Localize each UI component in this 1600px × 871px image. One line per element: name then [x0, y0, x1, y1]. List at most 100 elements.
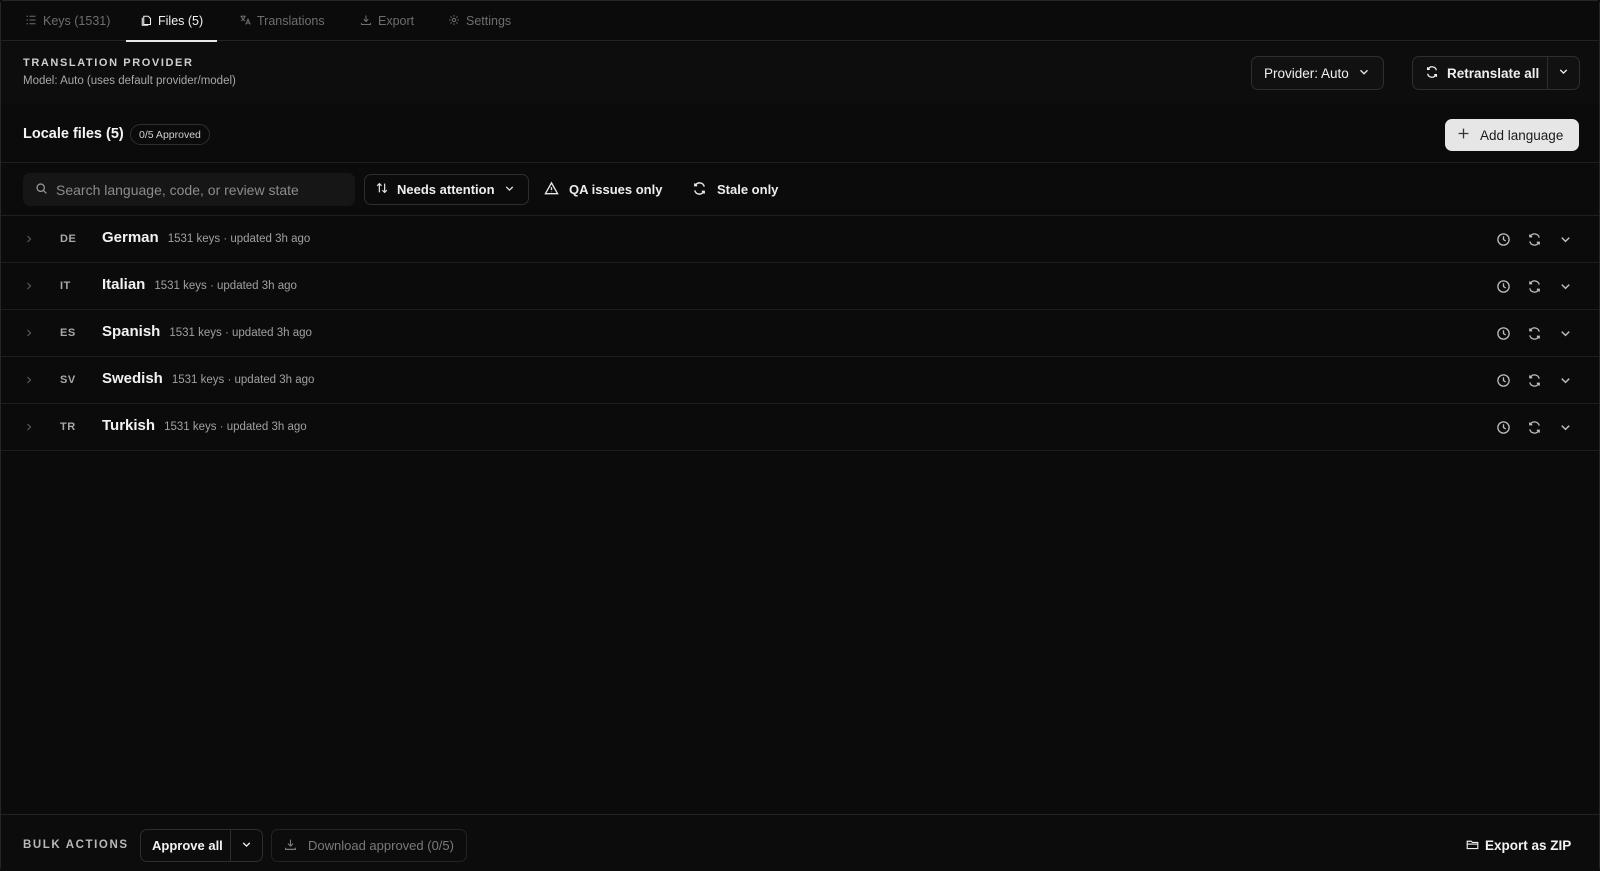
- history-icon[interactable]: [1495, 278, 1511, 294]
- chevron-right-icon[interactable]: [23, 327, 35, 339]
- approved-count-badge: 0/5 Approved: [130, 124, 210, 145]
- chevron-down-icon[interactable]: [1557, 419, 1573, 435]
- approve-all-label: Approve all: [152, 838, 223, 853]
- locale-name: Swedish: [102, 370, 163, 387]
- refresh-icon[interactable]: [1526, 419, 1542, 435]
- refresh-icon: [692, 181, 707, 199]
- locale-meta: 1531 keys · updated 3h ago: [154, 280, 297, 292]
- chevron-right-icon[interactable]: [23, 421, 35, 433]
- chevron-down-icon: [1557, 65, 1570, 81]
- download-icon: [360, 14, 372, 29]
- tab-translations[interactable]: Translations: [225, 1, 339, 41]
- history-icon[interactable]: [1495, 231, 1511, 247]
- locale-code: IT: [60, 280, 71, 292]
- chevron-down-icon[interactable]: [1557, 278, 1573, 294]
- locale-row-de[interactable]: DE German 1531 keys · updated 3h ago: [1, 216, 1599, 263]
- add-language-button[interactable]: Add language: [1445, 119, 1579, 151]
- history-icon[interactable]: [1495, 325, 1511, 341]
- approve-options-button[interactable]: [230, 830, 262, 861]
- locale-code: ES: [60, 327, 76, 339]
- export-zip-button[interactable]: Export as ZIP: [1466, 829, 1571, 862]
- locale-code: SV: [60, 374, 76, 386]
- export-zip-label: Export as ZIP: [1485, 838, 1572, 853]
- warning-icon: [544, 181, 559, 199]
- retranslate-all-label: Retranslate all: [1447, 65, 1540, 81]
- history-icon[interactable]: [1495, 372, 1511, 388]
- locale-row-tr[interactable]: TR Turkish 1531 keys · updated 3h ago: [1, 404, 1599, 451]
- translate-icon: [239, 14, 251, 29]
- sort-dropdown[interactable]: Needs attention: [364, 174, 529, 205]
- tab-translations-label: Translations: [257, 14, 325, 28]
- refresh-icon[interactable]: [1526, 231, 1542, 247]
- chevron-right-icon[interactable]: [23, 374, 35, 386]
- tab-keys-label: Keys (1531): [43, 14, 111, 28]
- locale-meta: 1531 keys · updated 3h ago: [171, 374, 315, 386]
- locale-meta: 1531 keys · updated 3h ago: [167, 233, 311, 245]
- refresh-icon[interactable]: [1526, 325, 1542, 341]
- list-icon: [25, 14, 37, 29]
- tab-export[interactable]: Export: [346, 1, 428, 41]
- qa-issues-label: QA issues only: [569, 182, 663, 197]
- locale-row-es[interactable]: ES Spanish 1531 keys · updated 3h ago: [1, 310, 1599, 357]
- chevron-down-icon: [503, 182, 516, 198]
- stale-only-toggle[interactable]: Stale only: [692, 174, 778, 205]
- gear-icon: [448, 14, 460, 29]
- search-input[interactable]: [56, 181, 343, 198]
- retranslate-all-button[interactable]: Retranslate all: [1412, 56, 1580, 90]
- provider-select-button[interactable]: Provider: Auto: [1251, 56, 1384, 90]
- filter-bar: Needs attention QA issues only Stale onl…: [1, 164, 1599, 216]
- bulk-actions-label: BULK ACTIONS: [23, 839, 129, 851]
- chevron-down-icon[interactable]: [1557, 231, 1573, 247]
- download-icon: [284, 838, 297, 854]
- refresh-icon[interactable]: [1526, 278, 1542, 294]
- app-window: Keys (1531) Files (5) Translations Expor…: [0, 0, 1600, 871]
- locale-files-header: Locale files (5) 0/5 Approved Add langua…: [1, 104, 1599, 163]
- locale-code: DE: [60, 233, 77, 245]
- provider-select-label: Provider: Auto: [1264, 65, 1349, 81]
- stale-only-label: Stale only: [717, 182, 779, 197]
- files-icon: [140, 14, 152, 29]
- locale-meta: 1531 keys · updated 3h ago: [169, 327, 312, 339]
- bulk-actions-bar: BULK ACTIONS Approve all Download approv…: [1, 814, 1599, 871]
- refresh-icon[interactable]: [1526, 372, 1542, 388]
- qa-issues-toggle[interactable]: QA issues only: [544, 174, 662, 205]
- history-icon[interactable]: [1495, 419, 1511, 435]
- provider-section-title: TRANSLATION PROVIDER: [23, 57, 194, 69]
- locale-list: DE German 1531 keys · updated 3h ago IT I…: [1, 216, 1599, 451]
- tab-export-label: Export: [378, 14, 415, 28]
- search-icon: [35, 182, 48, 198]
- add-language-label: Add language: [1480, 127, 1564, 143]
- chevron-down-icon: [240, 838, 253, 854]
- tab-settings-label: Settings: [466, 14, 512, 28]
- locale-name: Turkish: [102, 417, 156, 434]
- tab-files-label: Files (5): [158, 14, 204, 28]
- locale-name: German: [102, 229, 159, 246]
- locale-meta: 1531 keys · updated 3h ago: [164, 421, 307, 433]
- locale-name: Spanish: [102, 323, 161, 340]
- retranslate-options-button[interactable]: [1547, 57, 1579, 89]
- chevron-down-icon[interactable]: [1557, 325, 1573, 341]
- approve-all-button[interactable]: Approve all: [140, 829, 263, 862]
- locale-row-it[interactable]: IT Italian 1531 keys · updated 3h ago: [1, 263, 1599, 310]
- search-box: [23, 173, 355, 206]
- download-approved-button[interactable]: Download approved (0/5): [271, 829, 467, 862]
- chevron-down-icon[interactable]: [1557, 372, 1573, 388]
- locale-name: Italian: [102, 276, 146, 293]
- translation-provider-panel: TRANSLATION PROVIDER Model: Auto (uses d…: [1, 42, 1599, 104]
- locale-files-title: Locale files (5): [23, 126, 124, 142]
- sort-dropdown-label: Needs attention: [397, 182, 495, 197]
- sort-icon: [375, 181, 389, 198]
- chevron-right-icon[interactable]: [23, 233, 35, 245]
- folder-icon: [1466, 838, 1479, 854]
- locale-row-sv[interactable]: SV Swedish 1531 keys · updated 3h ago: [1, 357, 1599, 404]
- tab-settings[interactable]: Settings: [434, 1, 525, 41]
- download-approved-label: Download approved (0/5): [308, 838, 454, 853]
- tab-keys[interactable]: Keys (1531): [11, 1, 124, 41]
- tab-files[interactable]: Files (5): [126, 1, 218, 42]
- chevron-down-icon: [1357, 65, 1371, 82]
- plus-icon: [1457, 127, 1470, 143]
- locale-code: TR: [60, 421, 76, 433]
- chevron-right-icon[interactable]: [23, 280, 35, 292]
- refresh-icon: [1425, 65, 1439, 82]
- tab-bar: Keys (1531) Files (5) Translations Expor…: [1, 1, 1599, 42]
